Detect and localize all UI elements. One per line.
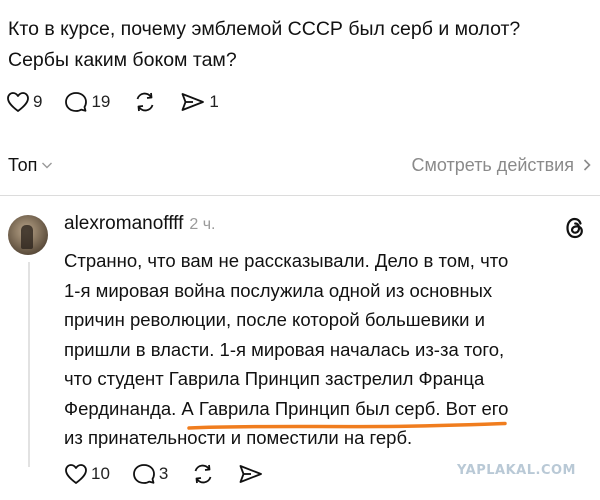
- orange-underline-mark: [187, 420, 509, 438]
- comment-reply-count: 3: [158, 464, 169, 483]
- post-text: Кто в курсе, почему эмблемой СССР был се…: [8, 14, 593, 76]
- chevron-down-icon: [41, 160, 53, 170]
- watermark: YAPLAKAL.COM: [457, 463, 576, 478]
- post-actions: 9 19 1: [6, 90, 241, 114]
- repost-icon: [190, 462, 216, 486]
- post-share-count: 1: [209, 92, 219, 111]
- comment-share-button[interactable]: [238, 463, 264, 485]
- share-send-icon: [238, 463, 264, 485]
- share-send-icon: [180, 91, 206, 113]
- thread-line: [28, 262, 30, 467]
- comment-header: alexromanoffff 2 ч.: [64, 213, 216, 235]
- post-repost-button[interactable]: [132, 90, 158, 114]
- threads-logo-icon: [564, 216, 586, 240]
- post-share-button[interactable]: 1: [180, 91, 219, 113]
- comment-line: что студент Гаврила Принцип застрелил Фр…: [64, 368, 485, 389]
- comment-like-button[interactable]: 10: [64, 463, 110, 485]
- comment-line: Фердинанда. А Гаврила Принцип был серб. …: [64, 397, 509, 419]
- comment-actions: 10 3: [64, 462, 286, 486]
- comment-line: Странно, что вам не рассказывали. Дело в…: [64, 250, 509, 271]
- post-like-count: 9: [33, 92, 43, 111]
- post-like-button[interactable]: 9: [6, 91, 42, 113]
- comment-bubble-icon: [132, 463, 156, 485]
- comment-timestamp: 2 ч.: [189, 216, 216, 233]
- comment-line: причин революции, после которой большеви…: [64, 309, 485, 330]
- heart-icon: [6, 91, 30, 113]
- post-comment-button[interactable]: 19: [64, 91, 110, 113]
- sort-label: Топ: [8, 154, 38, 175]
- comment-repost-button[interactable]: [190, 462, 216, 486]
- view-activity-link[interactable]: Смотреть действия: [412, 155, 592, 176]
- post-comment-count: 19: [91, 92, 111, 111]
- comment-username[interactable]: alexromanoffff: [64, 213, 183, 235]
- post-line-1: Кто в курсе, почему эмблемой СССР был се…: [8, 18, 521, 40]
- comment-like-count: 10: [91, 464, 110, 483]
- chevron-right-icon: [582, 158, 592, 172]
- divider: [0, 195, 600, 196]
- comment-reply-button[interactable]: 3: [132, 463, 168, 485]
- avatar[interactable]: [8, 215, 48, 255]
- repost-icon: [132, 90, 158, 114]
- post-line-2: Сербы каким боком там?: [8, 49, 237, 71]
- comment-line: пришли в власти. 1-я мировая началась из…: [64, 338, 505, 360]
- heart-icon: [64, 463, 88, 485]
- comment-line: 1-я мировая война послужила одной из осн…: [64, 279, 493, 301]
- sort-dropdown[interactable]: Топ: [8, 155, 53, 176]
- replies-sort-bar: Топ Смотреть действия: [8, 150, 592, 180]
- view-activity-label: Смотреть действия: [411, 154, 574, 175]
- comment-bubble-icon: [64, 91, 88, 113]
